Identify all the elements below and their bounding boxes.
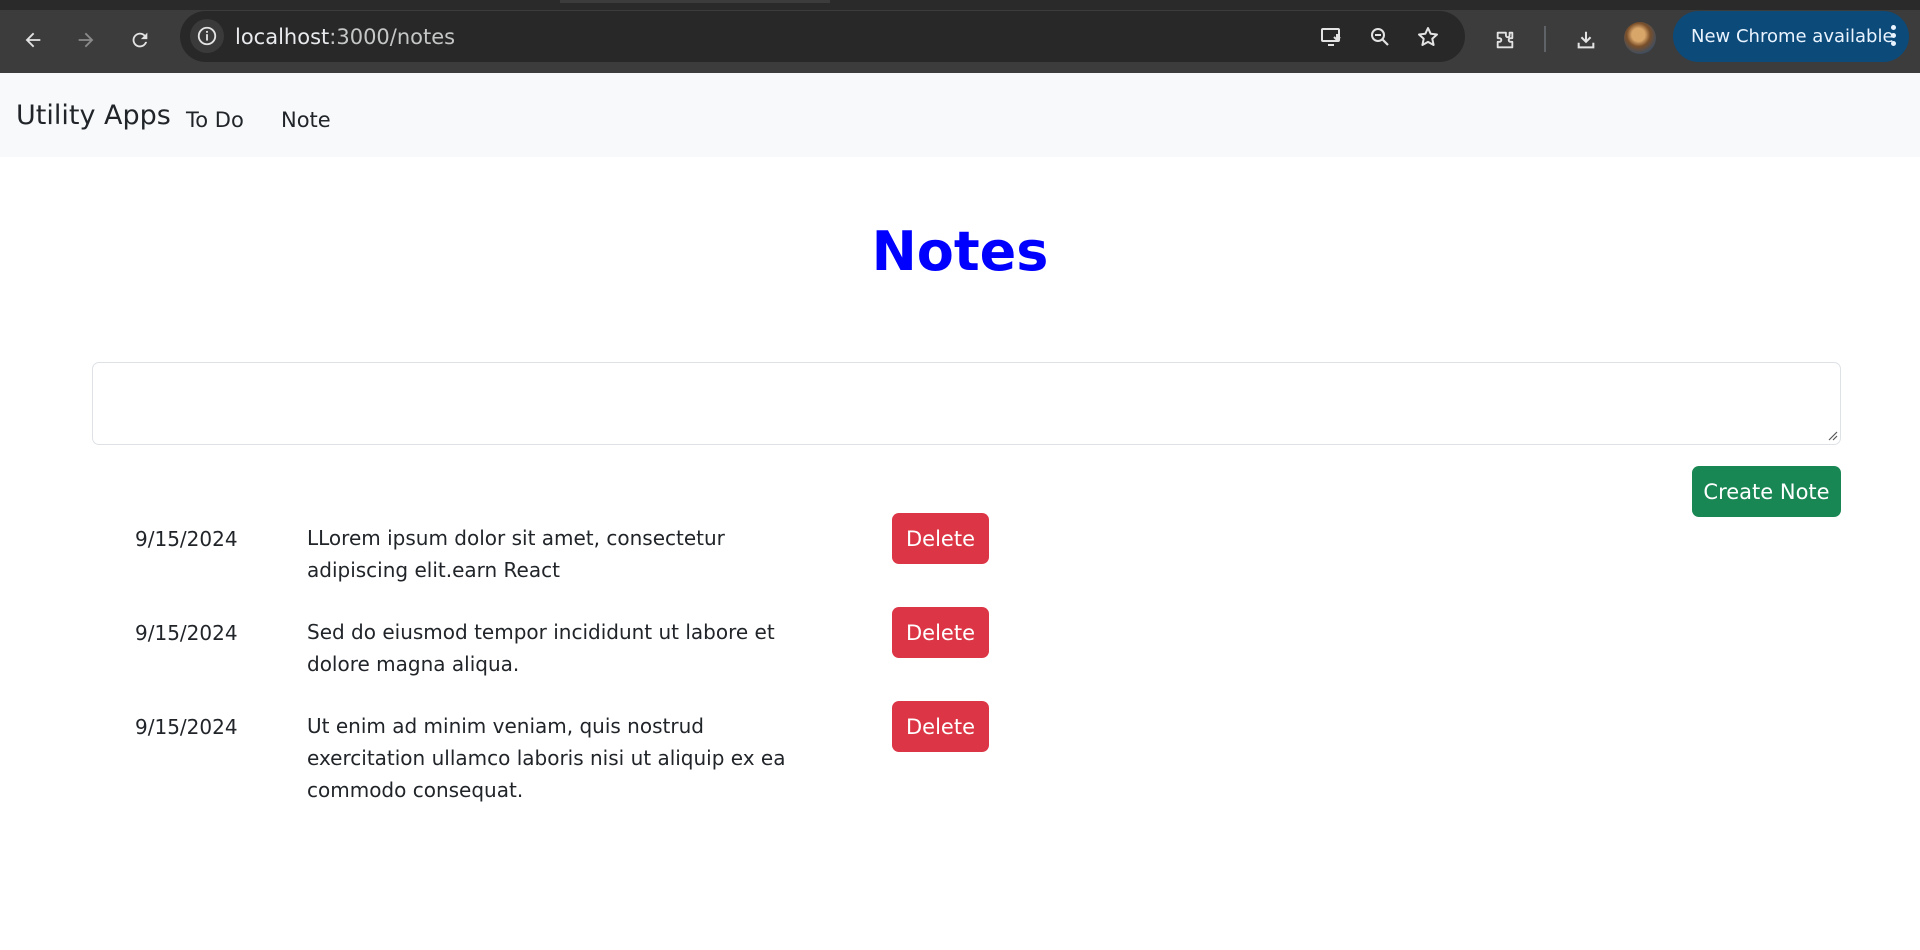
new-chrome-available-button[interactable]: New Chrome available <box>1673 11 1909 62</box>
navbar-brand[interactable]: Utility Apps <box>16 100 171 131</box>
url-path: :3000/notes <box>329 25 456 49</box>
more-vert-icon[interactable] <box>1891 25 1897 47</box>
extensions-icon[interactable] <box>1485 20 1525 60</box>
delete-note-button[interactable]: Delete <box>892 607 989 658</box>
delete-note-button[interactable]: Delete <box>892 701 989 752</box>
back-icon[interactable] <box>13 20 53 60</box>
note-date: 9/15/2024 <box>135 715 238 739</box>
nav-link-todo[interactable]: To Do <box>186 108 244 132</box>
browser-chrome: localhost:3000/notes New Chrome availabl… <box>0 0 1920 73</box>
update-label: New Chrome available <box>1691 26 1894 47</box>
url-text[interactable]: localhost:3000/notes <box>235 25 455 49</box>
install-app-icon[interactable] <box>1318 23 1346 51</box>
address-bar[interactable]: localhost:3000/notes <box>180 11 1465 62</box>
note-text: Ut enim ad minim veniam, quis nostrud ex… <box>307 714 786 802</box>
toolbar-separator <box>1544 26 1546 52</box>
note-date: 9/15/2024 <box>135 621 238 645</box>
app-navbar: Utility Apps To Do Note <box>0 73 1920 157</box>
forward-icon[interactable] <box>66 20 106 60</box>
url-host: localhost <box>235 25 330 49</box>
nav-link-note[interactable]: Note <box>281 108 331 132</box>
zoom-icon[interactable] <box>1366 23 1394 51</box>
create-note-button[interactable]: Create Note <box>1692 466 1841 517</box>
downloads-icon[interactable] <box>1566 20 1606 60</box>
reload-icon[interactable] <box>120 20 160 60</box>
delete-note-button[interactable]: Delete <box>892 513 989 564</box>
note-text: LLorem ipsum dolor sit amet, consectetur… <box>307 526 725 582</box>
profile-avatar[interactable] <box>1624 22 1656 54</box>
note-date: 9/15/2024 <box>135 527 238 551</box>
active-tab-edge <box>560 0 830 3</box>
note-text: Sed do eiusmod tempor incididunt ut labo… <box>307 620 775 676</box>
page-title: Notes <box>871 220 1049 283</box>
resize-grip-icon[interactable] <box>1826 429 1838 441</box>
browser-toolbar: localhost:3000/notes New Chrome availabl… <box>0 10 1920 73</box>
site-info-icon[interactable] <box>190 19 224 53</box>
tab-strip <box>0 0 1920 10</box>
bookmark-star-icon[interactable] <box>1414 23 1442 51</box>
note-textarea[interactable] <box>92 362 1841 445</box>
